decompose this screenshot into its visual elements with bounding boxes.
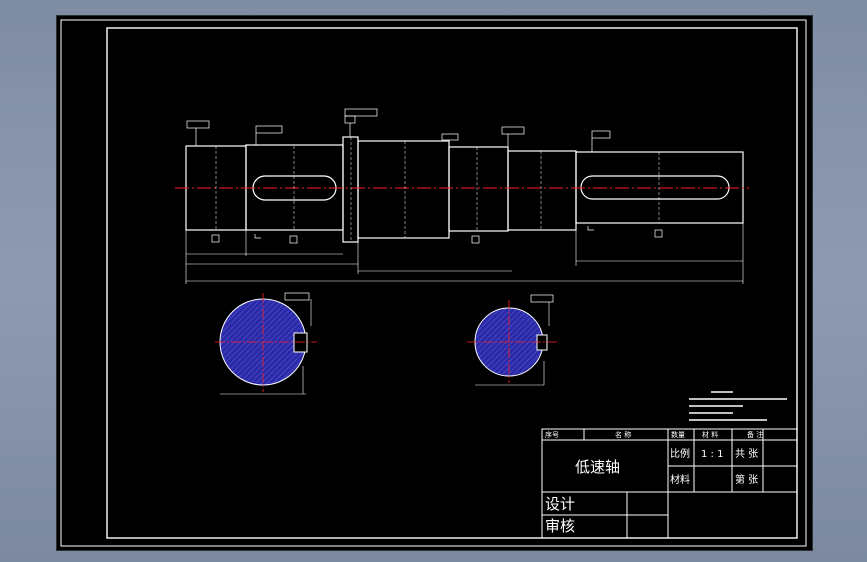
shaft-section-3: [357, 140, 450, 239]
technical-notes: [689, 391, 787, 421]
length-dims: [185, 223, 744, 284]
scale-value: 1 : 1: [701, 449, 723, 460]
review-label: 审核: [545, 517, 575, 535]
shaft-shoulder: [342, 136, 359, 243]
sheet-no-label: 第 张: [735, 473, 758, 486]
shaft-section-4: [448, 146, 509, 232]
header-remarks: 备 注: [747, 430, 763, 439]
design-label: 设计: [545, 495, 575, 513]
material-label: 材料: [670, 473, 690, 486]
shaft-elevation: [185, 136, 744, 243]
header-qty: 数量: [671, 430, 685, 439]
section-view-1: [215, 292, 317, 395]
section-view-2: [467, 294, 557, 386]
diameter-dims: [215, 137, 660, 242]
cad-viewport[interactable]: 序号 名 称 数量 材 料 备 注 低速轴 比例 1 : 1 材料 共 张 第 …: [56, 15, 813, 551]
header-material: 材 料: [702, 430, 718, 439]
part-name: 低速轴: [575, 458, 620, 476]
sheets-total-label: 共 张: [735, 448, 758, 460]
title-block-text: 序号 名 称 数量 材 料 备 注 低速轴 比例 1 : 1 材料 共 张 第 …: [545, 430, 763, 535]
header-name: 名 称: [615, 430, 631, 439]
shaft-section-5: [507, 150, 577, 231]
shaft-drawing: 序号 名 称 数量 材 料 备 注 低速轴 比例 1 : 1 材料 共 张 第 …: [60, 19, 807, 547]
scale-label: 比例: [670, 447, 690, 460]
header-index: 序号: [545, 430, 559, 439]
